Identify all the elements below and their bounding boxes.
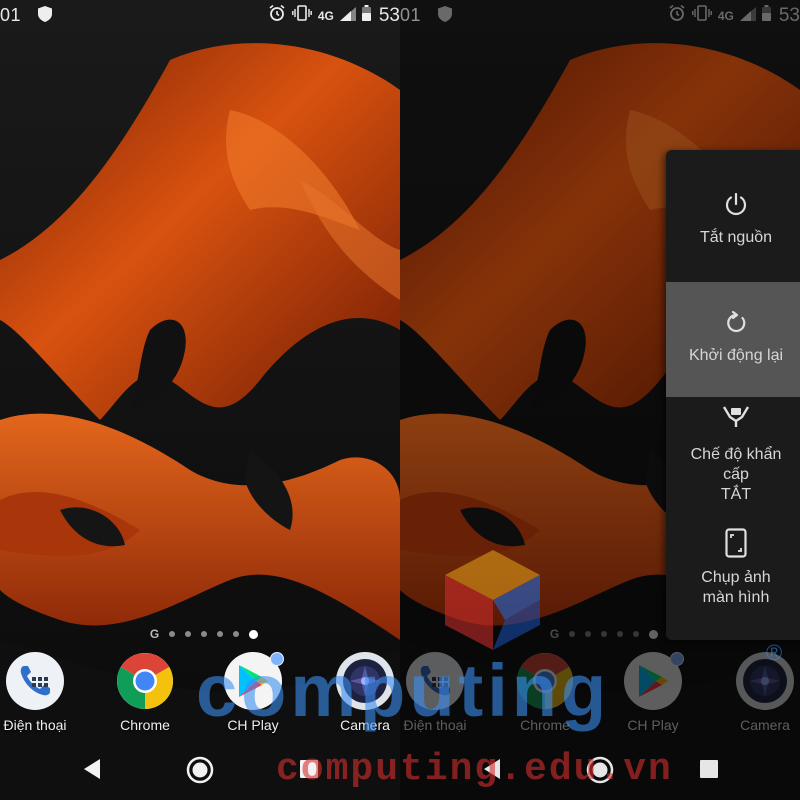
recents-icon[interactable] <box>700 760 718 783</box>
page-dot[interactable] <box>185 631 192 637</box>
power-icon <box>725 192 747 216</box>
page-dot[interactable] <box>217 631 224 637</box>
app-play-store[interactable]: CH Play <box>213 652 293 733</box>
app-label: Camera <box>340 717 390 733</box>
page-dot[interactable] <box>233 631 240 637</box>
launcher-letter: G <box>149 627 160 641</box>
alarm-icon <box>268 4 286 27</box>
home-icon[interactable] <box>186 756 214 789</box>
status-time: 01 <box>0 5 22 25</box>
app-phone[interactable]: Điện thoại <box>0 652 75 733</box>
app-label: CH Play <box>227 717 279 733</box>
navigation-bar <box>0 752 400 792</box>
app-camera[interactable]: Camera <box>325 652 400 733</box>
page-dot-active[interactable] <box>249 629 259 639</box>
home-screen-right: 01 4G 53 G Điện thoại Chrome CH Play Cam… <box>400 0 800 800</box>
home-screen-left: 01 4G 53 G Điện thoại Chrome CH Play Cam… <box>0 0 400 800</box>
camera-icon <box>336 652 394 710</box>
app-label: Chrome <box>120 717 170 733</box>
home-icon[interactable] <box>586 756 614 789</box>
chrome-icon <box>116 652 174 710</box>
app-chrome[interactable]: Chrome <box>105 652 185 733</box>
emergency-label-line3: TẮT <box>720 486 752 503</box>
app-label: Điện thoại <box>3 717 67 733</box>
emergency-label-line2: cấp <box>723 466 749 483</box>
navigation-bar <box>400 752 800 792</box>
power-off-label: Tắt nguồn <box>699 229 773 246</box>
back-icon[interactable] <box>82 758 102 785</box>
restart-label: Khởi động lại <box>688 347 784 364</box>
notification-dot <box>270 652 284 666</box>
power-menu: Tắt nguồn Khởi động lại Chế độ khẩn cấp … <box>666 150 800 640</box>
screenshot-label-line1: Chụp ảnh <box>701 569 771 586</box>
shield-icon <box>38 6 52 27</box>
restart-option[interactable]: Khởi động lại <box>666 282 800 397</box>
vibrate-icon <box>291 5 312 26</box>
power-off-option[interactable]: Tắt nguồn <box>666 150 800 282</box>
battery-percent: 53 <box>378 4 400 26</box>
play-store-icon <box>224 652 284 710</box>
back-icon[interactable] <box>482 758 502 785</box>
screenshot-option[interactable]: Chụp ảnh màn hình <box>666 518 800 640</box>
page-dot[interactable] <box>201 631 208 637</box>
page-indicator: G <box>0 626 400 642</box>
restart-icon <box>727 310 746 333</box>
screenshot-phone-icon <box>725 528 747 558</box>
screenshot-label-line2: màn hình <box>702 589 770 606</box>
signal-icon <box>339 5 356 26</box>
battery-icon <box>361 5 371 26</box>
emergency-mode-option[interactable]: Chế độ khẩn cấp TẮT <box>666 397 800 512</box>
emergency-hands-icon <box>722 406 750 427</box>
emergency-label-line1: Chế độ khẩn <box>690 446 782 463</box>
phone-icon <box>6 652 64 710</box>
page-dot[interactable] <box>169 631 176 637</box>
network-type: 4G <box>317 8 334 23</box>
status-bar: 01 4G 53 <box>0 0 400 30</box>
app-dock: Điện thoại Chrome CH Play Camera <box>0 652 400 742</box>
recents-icon[interactable] <box>300 760 318 783</box>
